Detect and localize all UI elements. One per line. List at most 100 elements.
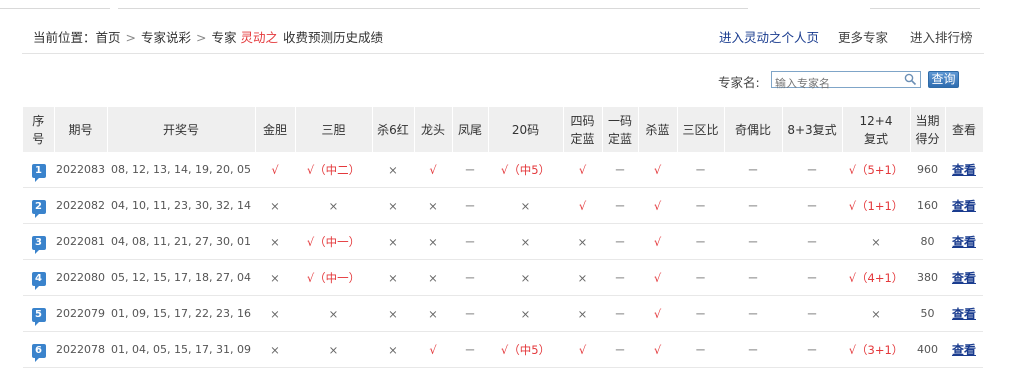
oddeven-ratio-cell: － xyxy=(724,259,782,296)
breadcrumb-expert-word: 专家 xyxy=(211,30,237,45)
col-header-1blue: 一码 定蓝 xyxy=(602,107,639,152)
oddeven-ratio-cell: － xyxy=(724,223,782,260)
view-link[interactable]: 查看 xyxy=(952,163,976,177)
period-cell: 2022080 xyxy=(54,259,107,296)
draw-numbers-cell: 04, 10, 11, 23, 30, 32, 14 xyxy=(107,187,255,224)
expert-search-input[interactable] xyxy=(772,76,903,91)
col-header-fengwei: 凤尾 xyxy=(452,107,489,152)
jindan-cell: × xyxy=(255,331,295,368)
12plus4-cell: × xyxy=(842,223,910,260)
20ma-cell: √（中5） xyxy=(488,331,563,368)
longtou-cell: × xyxy=(414,223,452,260)
chevron-right-icon: > xyxy=(125,30,137,45)
breadcrumb-page-title: 收费预测历史成绩 xyxy=(283,30,384,45)
zone-ratio-cell: － xyxy=(677,295,724,332)
search-field-box xyxy=(771,71,921,91)
period-cell: 2022079 xyxy=(54,295,107,332)
search-label: 专家名: xyxy=(718,75,760,90)
more-experts-link[interactable]: 更多专家 xyxy=(838,30,888,45)
fengwei-cell: － xyxy=(452,223,488,260)
search-button[interactable]: 查询 xyxy=(928,71,959,88)
fengwei-cell: － xyxy=(452,259,488,296)
4blue-cell: × xyxy=(563,259,602,296)
fengwei-cell: － xyxy=(452,152,488,188)
jindan-cell: × xyxy=(255,259,295,296)
period-cell: 2022082 xyxy=(54,187,107,224)
table-row: 2 2022082 04, 10, 11, 23, 30, 32, 14 × × × × － ×… xyxy=(23,187,983,224)
jindan-cell: √ xyxy=(255,152,295,188)
ranking-link[interactable]: 进入排行榜 xyxy=(910,30,973,45)
longtou-cell: √ xyxy=(414,152,452,188)
8plus3-cell: － xyxy=(782,259,842,296)
zone-ratio-cell: － xyxy=(677,259,724,296)
fengwei-cell: － xyxy=(452,187,488,224)
breadcrumb: 当前位置：首页 > 专家说彩 > 专家 灵动之 收费预测历史成绩 xyxy=(33,27,383,46)
breadcrumb-section-link[interactable]: 专家说彩 xyxy=(141,30,191,45)
oddeven-ratio-cell: － xyxy=(724,187,782,224)
history-table: 序号 期号 开奖号 金胆 三胆 杀6红 龙头 凤尾 20码 四码 定蓝 一码 定蓝 … xyxy=(23,107,984,368)
table-row: 6 2022078 01, 04, 05, 15, 17, 31, 09 × × × √ － √… xyxy=(23,331,983,368)
view-link[interactable]: 查看 xyxy=(952,199,976,213)
oddeven-ratio-cell: － xyxy=(724,152,782,188)
col-header-12plus4: 12+4 复式 xyxy=(842,107,911,152)
col-header-view: 查看 xyxy=(945,107,984,152)
killblue-cell: √ xyxy=(638,259,677,296)
col-header-sandan: 三胆 xyxy=(295,107,373,152)
oddeven-ratio-cell: － xyxy=(724,295,782,332)
kill6red-cell: × xyxy=(372,259,414,296)
zone-ratio-cell: － xyxy=(677,331,724,368)
longtou-cell: × xyxy=(414,187,452,224)
draw-numbers-cell: 05, 12, 15, 17, 18, 27, 04 xyxy=(107,259,255,296)
longtou-cell: × xyxy=(414,259,452,296)
draw-numbers-cell: 08, 12, 13, 14, 19, 20, 05 xyxy=(107,152,255,188)
score-cell: 50 xyxy=(910,295,945,332)
kill6red-cell: × xyxy=(372,223,414,260)
kill6red-cell: × xyxy=(372,331,414,368)
sandan-cell: √（中一） xyxy=(295,223,372,260)
sandan-cell: × xyxy=(295,331,372,368)
draw-numbers-cell: 01, 04, 05, 15, 17, 31, 09 xyxy=(107,331,255,368)
col-header-score: 当期 得分 xyxy=(910,107,946,152)
table-row: 4 2022080 05, 12, 15, 17, 18, 27, 04 × √（中一）… xyxy=(23,259,983,296)
4blue-cell: √ xyxy=(563,331,602,368)
table-row: 1 2022083 08, 12, 13, 14, 19, 20, 05 √ √（中二）… xyxy=(23,152,983,188)
table-row: 5 2022079 01, 09, 15, 17, 22, 23, 16 × × × × － ×… xyxy=(23,295,983,332)
view-link[interactable]: 查看 xyxy=(952,307,976,321)
draw-numbers-cell: 04, 08, 11, 21, 27, 30, 01 xyxy=(107,223,255,260)
score-cell: 400 xyxy=(910,331,945,368)
row-number-badge: 1 xyxy=(31,163,46,182)
row-number-badge: 6 xyxy=(31,343,46,362)
breadcrumb-expert-name: 灵动之 xyxy=(240,30,279,45)
zone-ratio-cell: － xyxy=(677,187,724,224)
view-link[interactable]: 查看 xyxy=(952,271,976,285)
4blue-cell: × xyxy=(563,295,602,332)
score-cell: 160 xyxy=(910,187,945,224)
expert-homepage-link[interactable]: 进入灵动之个人页 xyxy=(719,30,819,45)
row-number-badge: 3 xyxy=(31,235,46,254)
period-cell: 2022083 xyxy=(54,152,107,188)
top-tab-edge xyxy=(0,0,110,9)
draw-numbers-cell: 01, 09, 15, 17, 22, 23, 16 xyxy=(107,295,255,332)
1blue-cell: － xyxy=(602,331,638,368)
jindan-cell: × xyxy=(255,187,295,224)
row-index-cell: 3 xyxy=(23,223,54,260)
view-link[interactable]: 查看 xyxy=(952,235,976,249)
col-header-kill6red: 杀6红 xyxy=(372,107,415,152)
top-tab-edge xyxy=(870,0,980,9)
4blue-cell: √ xyxy=(563,187,602,224)
search-icon[interactable] xyxy=(904,73,917,86)
view-link[interactable]: 查看 xyxy=(952,343,976,357)
20ma-cell: × xyxy=(488,259,563,296)
20ma-cell: × xyxy=(488,223,563,260)
top-tab-edge xyxy=(118,0,748,9)
header-divider xyxy=(22,53,984,54)
12plus4-cell: × xyxy=(842,295,910,332)
breadcrumb-home-link[interactable]: 首页 xyxy=(96,30,121,45)
right-links-group-2: 更多专家 xyxy=(838,27,888,46)
zone-ratio-cell: － xyxy=(677,152,724,188)
table-row: 3 2022081 04, 08, 11, 21, 27, 30, 01 × √（中一）… xyxy=(23,223,983,260)
1blue-cell: － xyxy=(602,152,638,188)
longtou-cell: × xyxy=(414,295,452,332)
killblue-cell: √ xyxy=(638,187,677,224)
8plus3-cell: － xyxy=(782,187,842,224)
